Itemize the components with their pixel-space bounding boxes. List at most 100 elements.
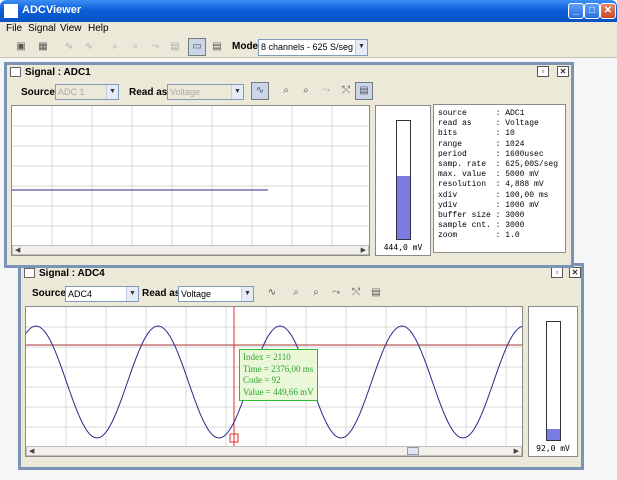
app-icon	[4, 4, 18, 18]
window-icon	[24, 268, 35, 278]
horizontal-scrollbar[interactable]: ◀ ▶	[26, 446, 522, 456]
fit-icon[interactable]: ⤲	[337, 82, 355, 100]
cascade-windows-icon[interactable]: ▤	[208, 38, 226, 56]
info-row: sample cnt. : 3000	[438, 221, 525, 231]
info-row: source : ADC1	[438, 109, 525, 118]
window-title-bar: Signal : ADC1 ▫ ✕	[7, 65, 571, 81]
info-value: 5000 mV	[505, 170, 539, 180]
info-key: samp. rate	[438, 160, 496, 170]
source-select-value: ADC 1	[58, 87, 85, 97]
zoom-reset-icon[interactable]: ⤳	[146, 38, 164, 56]
settings-icon[interactable]: ▦	[34, 38, 52, 56]
zoom-out-icon[interactable]: ⌕	[307, 284, 325, 302]
fit-icon[interactable]: ⤲	[347, 284, 365, 302]
signal-icon[interactable]: ∿	[263, 284, 281, 302]
tooltip-index: Index = 2110	[243, 352, 291, 362]
table-icon[interactable]: ▤	[355, 82, 373, 100]
signal-icon[interactable]: ∿	[60, 38, 78, 56]
signal-plot[interactable]: Index = 2110 Time = 2376,00 ms Code = 92…	[25, 306, 523, 457]
read-as-select-value: Voltage	[181, 289, 212, 299]
menu-bar: File Signal View Help	[0, 22, 617, 36]
info-value: 10	[505, 129, 515, 139]
read-as-select[interactable]: Voltage ▼	[167, 84, 244, 100]
info-row: buffer size : 3000	[438, 211, 525, 221]
window-icon	[10, 67, 21, 77]
read-as-label: Read as:	[129, 87, 171, 98]
window-title: Signal : ADC4	[39, 268, 105, 279]
info-value: 625,00S/seg	[505, 160, 559, 170]
zoom-out-icon[interactable]: ⌕	[297, 82, 315, 100]
scroll-left-icon[interactable]: ◀	[29, 447, 34, 455]
zoom-reset-icon[interactable]: ⤳	[327, 284, 345, 302]
info-row: max. value : 5000 mV	[438, 170, 539, 180]
chevron-down-icon: ▼	[241, 287, 253, 301]
zoom-in-icon[interactable]: ⌕	[277, 82, 295, 100]
window-title-bar: Signal : ADC4 ▫ ✕	[21, 266, 581, 282]
tooltip-code: Code = 92	[243, 375, 281, 385]
info-value: 3000	[505, 221, 525, 231]
info-key: zoom	[438, 231, 496, 241]
menu-help[interactable]: Help	[88, 23, 109, 34]
info-value: Voltage	[505, 119, 539, 129]
signal-remove-icon[interactable]: ∿	[80, 38, 98, 56]
info-value: 100,00 ms	[505, 190, 549, 200]
mode-select[interactable]: 8 channels - 625 S/seg ▼	[258, 39, 368, 56]
app-title: ADCViewer	[22, 4, 82, 16]
tile-windows-icon[interactable]: ▭	[188, 38, 206, 56]
tooltip-time: Time = 2376,00 ms	[243, 363, 314, 374]
info-row: samp. rate : 625,00S/seg	[438, 160, 559, 170]
window-close-icon[interactable]: ✕	[569, 267, 581, 278]
source-select[interactable]: ADC 1 ▼	[55, 84, 119, 100]
scroll-left-icon[interactable]: ◀	[15, 246, 20, 254]
zoom-reset-icon[interactable]: ⤳	[317, 82, 335, 100]
menu-file[interactable]: File	[6, 23, 22, 34]
level-meter-fill	[397, 176, 410, 239]
info-row: range : 1024	[438, 139, 525, 149]
window-title: Signal : ADC1	[25, 67, 91, 78]
level-meter-panel: 92,0 mV	[528, 306, 578, 457]
scroll-right-icon[interactable]: ▶	[361, 246, 366, 254]
plot-grid	[12, 106, 369, 255]
source-label: Source:	[21, 87, 59, 98]
scroll-thumb[interactable]	[407, 447, 419, 455]
info-row: bits : 10	[438, 129, 515, 139]
window-close-icon[interactable]: ✕	[557, 66, 569, 77]
read-as-select-value: Voltage	[170, 87, 201, 97]
signal-icon[interactable]: ∿	[251, 82, 269, 100]
chart-icon[interactable]: ▣	[12, 38, 30, 56]
chevron-down-icon: ▼	[126, 287, 138, 301]
menu-view[interactable]: View	[60, 23, 82, 34]
info-key: range	[438, 139, 496, 149]
info-key: read as	[438, 119, 496, 129]
table-icon[interactable]: ▤	[166, 38, 184, 56]
zoom-in-icon[interactable]: ⌕	[106, 38, 124, 56]
horizontal-scrollbar[interactable]: ◀ ▶	[12, 245, 369, 255]
info-row: period : 1600usec	[438, 149, 544, 159]
level-meter	[546, 321, 561, 441]
info-key: buffer size	[438, 211, 496, 221]
source-select-value: ADC4	[68, 289, 93, 299]
info-value: 1600usec	[505, 149, 544, 159]
info-row: ydiv : 1000 mV	[438, 200, 539, 210]
info-row: read as : Voltage	[438, 119, 539, 129]
window-restore-icon[interactable]: ▫	[537, 66, 549, 77]
maximize-button[interactable]: □	[584, 3, 600, 19]
scroll-right-icon[interactable]: ▶	[514, 447, 519, 455]
menu-signal[interactable]: Signal	[28, 23, 56, 34]
table-icon[interactable]: ▤	[367, 284, 385, 302]
window-restore-icon[interactable]: ▫	[551, 267, 563, 278]
zoom-out-icon[interactable]: ⌕	[126, 38, 144, 56]
level-meter	[396, 120, 411, 240]
zoom-in-icon[interactable]: ⌕	[287, 284, 305, 302]
info-key: sample cnt.	[438, 221, 496, 231]
minimize-button[interactable]: _	[568, 3, 584, 19]
read-as-select[interactable]: Voltage ▼	[178, 286, 254, 302]
signal-plot[interactable]: ◀ ▶	[11, 105, 370, 256]
info-value: 1000 mV	[505, 200, 539, 210]
title-bar	[0, 0, 617, 22]
level-meter-panel: 444,0 mV	[375, 105, 431, 256]
chevron-down-icon: ▼	[355, 40, 367, 55]
info-value: 1.0	[505, 231, 520, 241]
close-button[interactable]: ✕	[600, 3, 616, 19]
source-select[interactable]: ADC4 ▼	[65, 286, 139, 302]
